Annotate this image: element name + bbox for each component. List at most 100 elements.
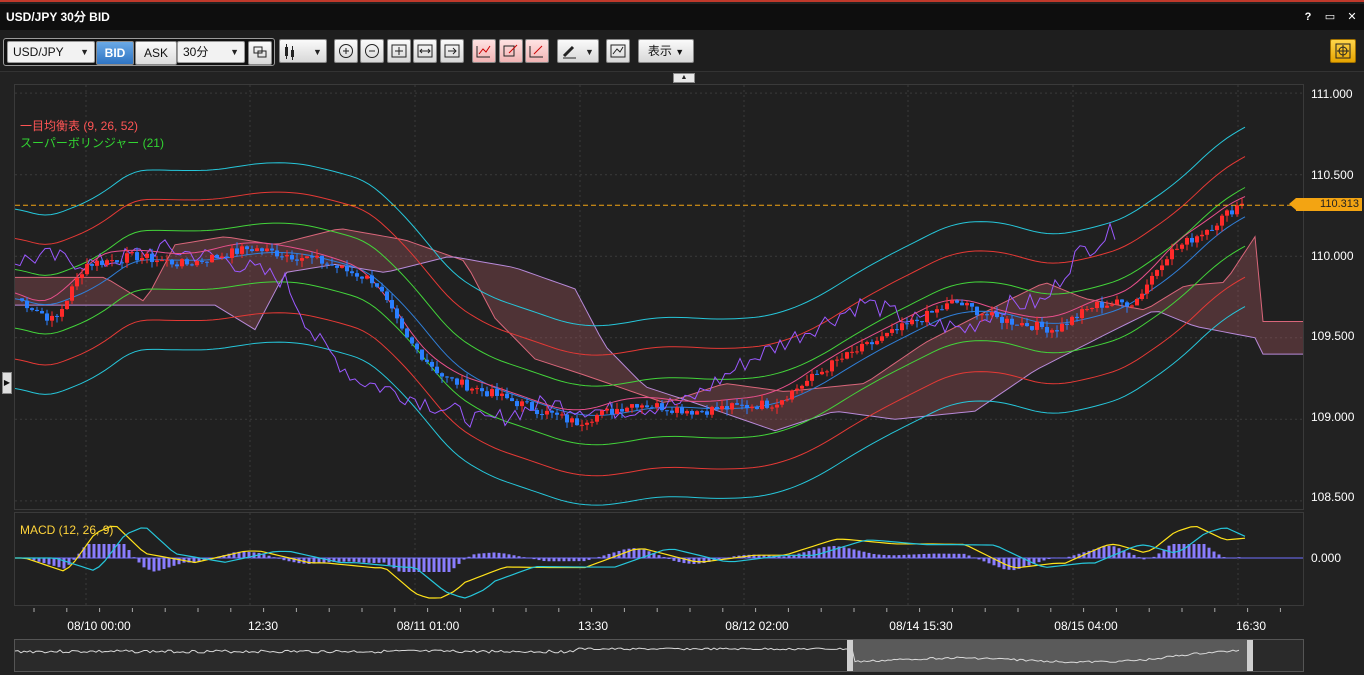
candle [410, 337, 414, 344]
toolbar: USD/JPY ▼ BID ASK 30分 ▼ ▼ ▼ 表示 ▼ [0, 30, 1364, 72]
candle [865, 342, 869, 344]
candle [245, 246, 249, 250]
candle [145, 253, 149, 258]
candle [955, 300, 959, 303]
macd-histogram-bar [142, 558, 146, 568]
candle [435, 366, 439, 374]
candle [395, 308, 399, 319]
macd-histogram-bar [537, 558, 541, 561]
candle [80, 274, 84, 279]
macd-histogram-bar [847, 548, 851, 558]
candle [195, 260, 199, 266]
scroll-latest-button[interactable] [440, 39, 464, 63]
candle [875, 340, 879, 345]
chart-type-button[interactable]: ▼ [279, 39, 327, 63]
candle [580, 424, 584, 426]
zoom-in-button[interactable] [334, 39, 358, 63]
macd-histogram-bar [387, 558, 391, 566]
candle [790, 390, 794, 400]
candle [500, 393, 504, 396]
candle [1090, 308, 1094, 310]
symbol-select[interactable]: USD/JPY ▼ [7, 41, 95, 63]
macd-histogram-bar [477, 553, 481, 558]
candle [1185, 237, 1189, 245]
candle [1110, 304, 1114, 306]
macd-histogram-bar [947, 553, 951, 558]
timeframe-select[interactable]: 30分 ▼ [177, 41, 245, 63]
draw-tool-button[interactable]: ▼ [557, 39, 599, 63]
candle [555, 412, 559, 415]
side-panel-toggle[interactable]: ▶ [2, 372, 12, 394]
zoom-out-button[interactable] [360, 39, 384, 63]
macd-histogram-bar [952, 553, 956, 558]
candle [400, 318, 404, 329]
candle [375, 283, 379, 287]
help-icon[interactable]: ? [1302, 11, 1314, 23]
candle [345, 265, 349, 272]
compare-button[interactable] [248, 41, 272, 65]
candle [665, 410, 669, 412]
candle [135, 252, 139, 261]
macd-histogram-bar [122, 544, 126, 558]
macd-histogram-bar [507, 554, 511, 558]
candle [695, 411, 699, 415]
candle [620, 408, 624, 412]
candle [805, 380, 809, 386]
candle [610, 408, 614, 414]
macd-histogram-bar [52, 558, 56, 566]
candle [460, 379, 464, 385]
y-tick: 111.000 [1311, 87, 1353, 101]
candle [1130, 305, 1134, 307]
candle [735, 403, 739, 405]
zoom-out-icon [365, 44, 379, 58]
bid-button[interactable]: BID [96, 41, 134, 65]
order-edit-button[interactable] [499, 39, 523, 63]
fit-button[interactable] [387, 39, 411, 63]
macd-histogram-bar [547, 558, 551, 562]
candle [995, 312, 999, 318]
macd-histogram-bar [907, 554, 911, 558]
macd-histogram-bar [267, 555, 271, 558]
macd-histogram-bar [582, 558, 586, 562]
candle [465, 379, 469, 391]
macd-histogram-bar [1132, 554, 1136, 558]
macd-histogram-bar [92, 544, 96, 558]
display-button[interactable]: 表示 ▼ [638, 39, 694, 63]
candle [540, 414, 544, 416]
order-buy-button[interactable] [472, 39, 496, 63]
macd-panel[interactable]: MACD (12, 26, 9) [14, 512, 1304, 606]
macd-histogram-bar [1192, 544, 1196, 558]
candle [70, 286, 74, 301]
expand-button[interactable] [413, 39, 437, 63]
close-icon[interactable]: ✕ [1346, 11, 1358, 23]
collapse-toolbar-button[interactable]: ▲ [673, 73, 695, 83]
candle [960, 302, 964, 306]
candle [880, 336, 884, 341]
macd-histogram-bar [87, 544, 91, 558]
candle [1235, 205, 1239, 215]
candle [1145, 284, 1149, 294]
candle [225, 256, 229, 258]
indicator-button[interactable] [606, 39, 630, 63]
candle [165, 259, 169, 261]
macd-histogram-bar [347, 558, 351, 562]
maximize-icon[interactable]: ▭ [1324, 11, 1336, 23]
macd-histogram-bar [597, 556, 601, 558]
candle [405, 328, 409, 338]
range-navigator[interactable] [14, 639, 1304, 672]
macd-histogram-bar [1207, 547, 1211, 558]
macd-histogram-bar [697, 558, 701, 564]
ask-button[interactable]: ASK [135, 41, 177, 65]
candle [635, 404, 639, 408]
macd-histogram-bar [147, 558, 151, 570]
macd-histogram-bar [827, 546, 831, 558]
macd-histogram-bar [892, 555, 896, 558]
order-cancel-button[interactable] [525, 39, 549, 63]
settings-button[interactable] [1330, 39, 1356, 63]
price-chart[interactable]: 一目均衡表 (9, 26, 52) スーパーボリンジャー (21) [14, 84, 1304, 510]
macd-histogram-bar [1012, 558, 1016, 571]
x-label: 08/10 00:00 [67, 619, 131, 633]
candle [720, 406, 724, 410]
macd-histogram-bar [272, 557, 276, 558]
candle [390, 300, 394, 309]
